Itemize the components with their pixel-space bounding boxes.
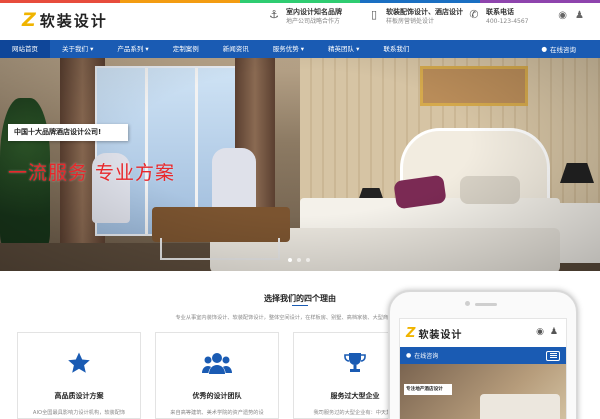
logo-mark: Z bbox=[22, 9, 36, 31]
weibo-icon[interactable]: ◉ bbox=[558, 10, 567, 21]
banner-slogan: 一流服务 专业方案 bbox=[8, 162, 176, 184]
nav-item-home[interactable]: 网站首页 bbox=[0, 40, 50, 58]
banner-tagline-box: 中国十大品牌酒店设计公司! bbox=[8, 124, 128, 141]
main-nav: 网站首页 关于我们 ▾ 产品系列 ▾ 定制案例 新闻资讯 服务优势 ▾ 精英团队… bbox=[0, 40, 600, 58]
mobile-header: Z 软装设计 ◉ ♟ bbox=[400, 319, 566, 347]
hero-banner[interactable]: 中国十大品牌酒店设计公司! 一流服务 专业方案 bbox=[0, 58, 600, 271]
tablet-icon: ▯ bbox=[370, 8, 378, 21]
star-icon bbox=[67, 351, 91, 379]
hamburger-menu-icon[interactable] bbox=[546, 350, 560, 361]
reason-cards: 高品质设计方案 AIO全国最具影响力设计机构，软装配饰 优秀的设计团队 来自高等… bbox=[17, 332, 417, 419]
nav-item-products[interactable]: 产品系列 ▾ bbox=[105, 40, 160, 58]
team-icon bbox=[202, 351, 232, 379]
nav-item-advantages[interactable]: 服务优势 ▾ bbox=[261, 40, 316, 58]
header-phone-number[interactable]: 400-123-4567 bbox=[486, 17, 529, 27]
phone-screen: Z 软装设计 ◉ ♟ ● 在线咨询 专注地产酒店设计 bbox=[399, 318, 567, 419]
slider-dot[interactable] bbox=[288, 258, 292, 262]
nav-item-news[interactable]: 新闻资讯 bbox=[211, 40, 261, 58]
chat-icon: ● bbox=[406, 352, 412, 359]
header-info-title: 室内设计知名品牌 bbox=[286, 8, 342, 16]
header-social: ◉ ♟ bbox=[558, 10, 584, 21]
reason-card[interactable]: 优秀的设计团队 来自高等建筑、美术学院的资产遗势的设 bbox=[155, 332, 279, 419]
mobile-logo-text: 软装设计 bbox=[418, 329, 463, 341]
header-info-title: 软装配饰设计、酒店设计 bbox=[386, 8, 463, 16]
mobile-banner-text: 专注地产酒店设计 bbox=[404, 384, 452, 395]
nav-item-about[interactable]: 关于我们 ▾ bbox=[50, 40, 105, 58]
mobile-social: ◉ ♟ bbox=[536, 327, 558, 337]
nav-item-cases[interactable]: 定制案例 bbox=[161, 40, 211, 58]
mobile-preview-phone: Z 软装设计 ◉ ♟ ● 在线咨询 专注地产酒店设计 bbox=[388, 290, 578, 419]
slider-dots bbox=[288, 258, 310, 262]
nav-item-team[interactable]: 精英团队 ▾ bbox=[316, 40, 371, 58]
phone-speaker bbox=[475, 303, 497, 306]
chat-icon: ● bbox=[541, 45, 547, 53]
site-logo[interactable]: Z 软装设计 bbox=[22, 9, 108, 31]
mobile-hero: 专注地产酒店设计 bbox=[400, 364, 566, 419]
reason-card-desc: AIO全国最具影响力设计机构，软装配饰 bbox=[32, 410, 126, 416]
online-consult-button[interactable]: ● 在线咨询 bbox=[541, 44, 576, 54]
site-header: Z 软装设计 ⚓ 室内设计知名品牌 地产公司战略合作方 ▯ 软装配饰设计、酒店设… bbox=[0, 3, 600, 39]
trophy-icon bbox=[343, 351, 367, 379]
mobile-consult-button[interactable]: ● 在线咨询 bbox=[406, 351, 438, 360]
mobile-logo-mark: Z bbox=[406, 325, 416, 341]
nav-item-contact[interactable]: 联系我们 bbox=[371, 40, 421, 58]
reason-card-desc: 来自高等建筑、美术学院的资产遗势的设 bbox=[170, 410, 264, 416]
slider-dot[interactable] bbox=[306, 258, 310, 262]
mobile-hero-bed bbox=[480, 394, 560, 419]
phone-camera bbox=[465, 301, 470, 306]
header-info-phone: ✆ 联系电话 400-123-4567 bbox=[468, 7, 529, 27]
reason-card[interactable]: 高品质设计方案 AIO全国最具影响力设计机构，软装配饰 bbox=[17, 332, 141, 419]
header-info-services: ▯ 软装配饰设计、酒店设计 样板房营销处设计 bbox=[368, 7, 463, 27]
anchor-icon: ⚓ bbox=[269, 8, 279, 21]
reason-card-title: 高品质设计方案 bbox=[54, 392, 104, 400]
mobile-consult-label: 在线咨询 bbox=[414, 353, 439, 360]
mobile-nav: ● 在线咨询 bbox=[400, 347, 566, 364]
header-info-subtitle: 地产公司战略合作方 bbox=[286, 18, 341, 25]
header-info-subtitle: 样板房营销处设计 bbox=[386, 18, 435, 25]
header-info-title: 联系电话 bbox=[486, 8, 514, 16]
qq-icon[interactable]: ♟ bbox=[575, 10, 584, 21]
logo-text: 软装设计 bbox=[39, 11, 108, 30]
slider-dot[interactable] bbox=[297, 258, 301, 262]
header-info-brand: ⚓ 室内设计知名品牌 地产公司战略合作方 bbox=[268, 7, 342, 27]
section-title-underline bbox=[292, 305, 308, 306]
weibo-icon[interactable]: ◉ bbox=[536, 327, 544, 337]
phone-icon: ✆ bbox=[469, 8, 479, 21]
online-consult-label: 在线咨询 bbox=[550, 46, 576, 54]
qq-icon[interactable]: ♟ bbox=[550, 327, 558, 337]
reason-card-title: 优秀的设计团队 bbox=[192, 392, 242, 400]
